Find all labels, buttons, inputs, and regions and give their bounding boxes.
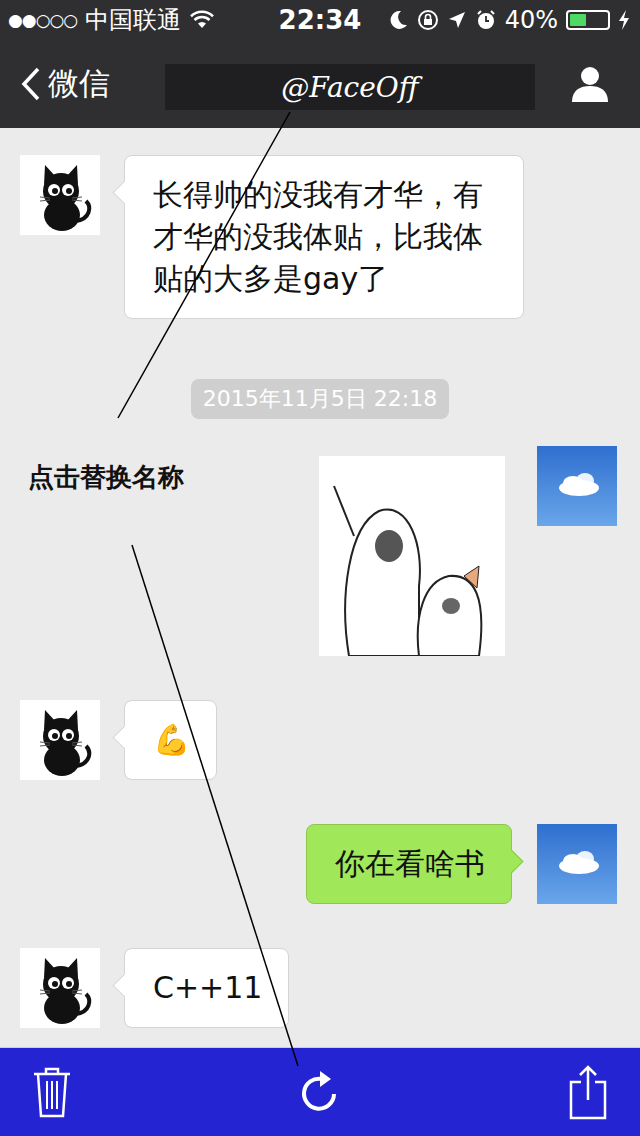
trash-icon[interactable]: [32, 1066, 72, 1118]
carrier-name: 中国联通: [85, 4, 181, 36]
message-row: C++11: [0, 948, 640, 1028]
sky-avatar-icon[interactable]: [537, 824, 617, 904]
message-row: 你在看啥书: [0, 824, 640, 904]
message-text: 💪: [153, 722, 190, 757]
message-text: 长得帅的没我有才华，有才华的没我体贴，比我体贴的大多是gay了: [153, 177, 483, 296]
signal-strength: ●●○○○: [8, 10, 77, 30]
alarm-icon: [475, 9, 497, 31]
message-bubble[interactable]: 💪: [124, 700, 217, 780]
cat-avatar-icon[interactable]: [20, 948, 100, 1028]
sticker-image[interactable]: [319, 456, 505, 656]
person-icon[interactable]: [570, 64, 610, 104]
back-label: 微信: [48, 63, 110, 105]
status-bar: ●●○○○ 中国联通 22:34 40%: [0, 0, 640, 40]
battery-fill: [570, 14, 586, 26]
clock-time: 22:34: [279, 5, 362, 35]
battery-percent: 40%: [505, 6, 558, 34]
sky-avatar-icon[interactable]: [537, 446, 617, 526]
refresh-icon[interactable]: [300, 1070, 340, 1114]
back-button[interactable]: 微信: [20, 63, 130, 105]
chat-title-text: @FaceOff: [281, 71, 418, 104]
moon-icon: [389, 9, 409, 31]
screen: ●●○○○ 中国联通 22:34 40% 微信 @FaceOff 长得帅的没我有才华，有才华…: [0, 0, 640, 1136]
cat-avatar-icon[interactable]: [20, 700, 100, 780]
timestamp: 2015年11月5日 22:18: [191, 379, 449, 419]
cat-avatar-icon[interactable]: [20, 155, 100, 235]
annotation-lines: [0, 0, 640, 1136]
timestamp-row: 2015年11月5日 22:18: [0, 379, 640, 419]
message-text: 你在看啥书: [335, 846, 485, 881]
message-bubble[interactable]: C++11: [124, 948, 289, 1028]
message-bubble[interactable]: 长得帅的没我有才华，有才华的没我体贴，比我体贴的大多是gay了: [124, 155, 524, 319]
share-icon[interactable]: [568, 1064, 608, 1120]
sticker-icon: [319, 456, 505, 656]
bottom-toolbar: [0, 1048, 640, 1136]
chat-area: 长得帅的没我有才华，有才华的没我体贴，比我体贴的大多是gay了 2015年11月5…: [0, 128, 640, 1048]
nav-bar: 微信 @FaceOff: [0, 40, 640, 128]
replace-name-label[interactable]: 点击替换名称: [28, 460, 184, 495]
message-row: 长得帅的没我有才华，有才华的没我体贴，比我体贴的大多是gay了: [0, 155, 640, 319]
battery-icon: [566, 10, 610, 30]
chat-title[interactable]: @FaceOff: [165, 64, 535, 110]
location-icon: [447, 9, 467, 31]
message-row: 💪: [0, 700, 640, 780]
wifi-icon: [189, 10, 215, 30]
message-text: C++11: [153, 970, 262, 1005]
charging-bolt-icon: [618, 9, 630, 31]
message-bubble[interactable]: 你在看啥书: [306, 824, 512, 904]
rotation-lock-icon: [417, 9, 439, 31]
chevron-left-icon: [20, 66, 42, 102]
